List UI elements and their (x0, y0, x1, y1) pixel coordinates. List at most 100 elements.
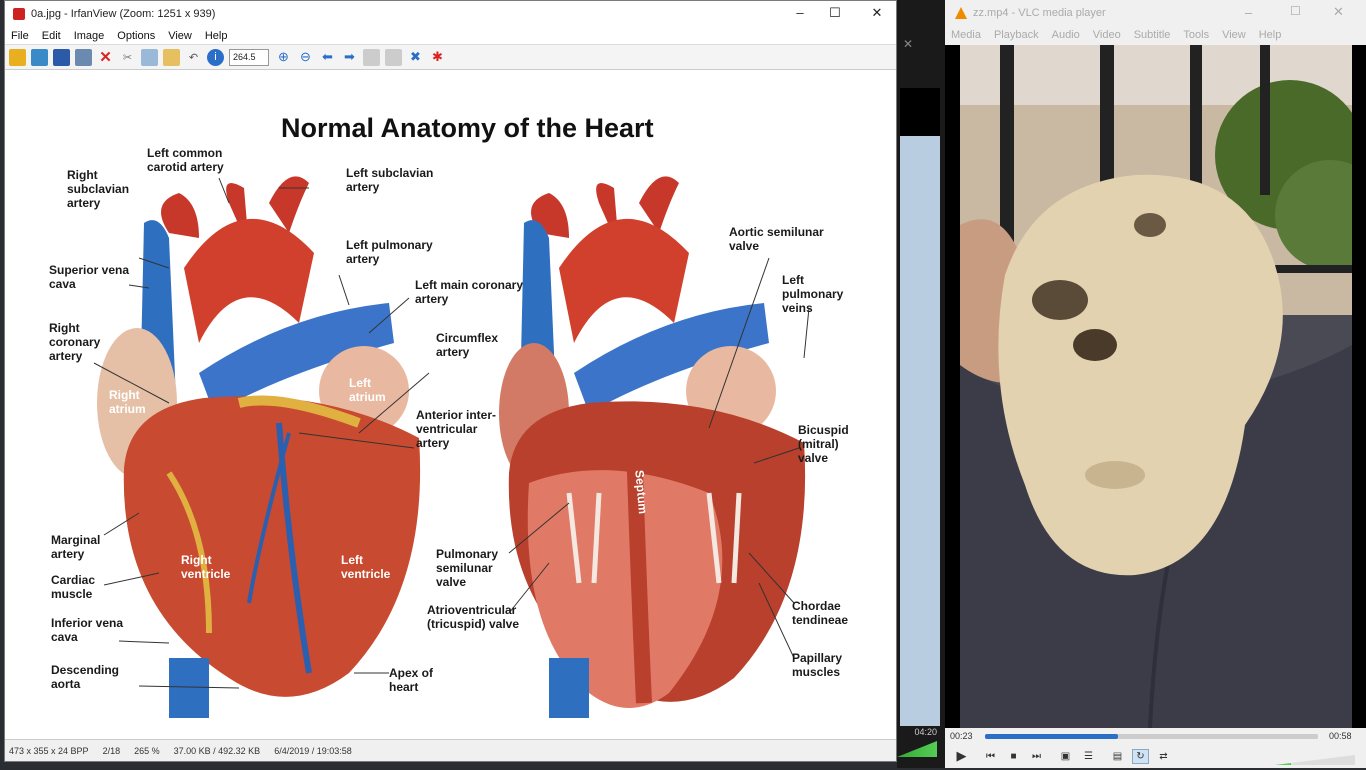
irfanview-title: 0a.jpg - IrfanView (Zoom: 1251 x 939) (31, 8, 216, 20)
paste-icon[interactable] (163, 48, 180, 66)
maximize-button[interactable]: ☐ (820, 5, 850, 21)
cut-icon[interactable]: ✂ (119, 49, 136, 66)
label-chordae: Chordae tendineae (792, 599, 849, 627)
label-left-pulmonary-veins: Left pulmonary veins (782, 273, 844, 315)
vlc-menu-help[interactable]: Help (1253, 29, 1289, 41)
video-border-right (1352, 45, 1366, 728)
label-left-subclavian: Left subclavian artery (346, 166, 434, 194)
status-index: 2/18 (102, 745, 121, 756)
zoom-out-icon[interactable]: ⊖ (297, 49, 314, 66)
background-panel-blue (900, 136, 940, 726)
copy-icon[interactable] (141, 48, 158, 66)
previous-icon[interactable]: ⬅ (319, 49, 336, 66)
label-cardiac-muscle: Cardiac muscle (51, 573, 96, 601)
next-icon[interactable]: ⏭ (1028, 749, 1045, 764)
irfanview-menubar: File Edit Image Options View Help (5, 27, 896, 44)
label-left-main-coronary: Left main coronary artery (415, 278, 524, 306)
save-icon[interactable] (53, 48, 70, 66)
label-left-atrium: Left atrium (349, 376, 386, 404)
vlc-menu-audio[interactable]: Audio (1046, 29, 1087, 41)
undo-icon[interactable]: ↶ (185, 49, 202, 66)
playlist-icon[interactable]: ▤ (1109, 749, 1126, 764)
menu-file[interactable]: File (5, 30, 36, 42)
label-right-coronary: Right coronary artery (49, 321, 101, 363)
video-frame[interactable] (960, 45, 1352, 728)
menu-options[interactable]: Options (111, 30, 162, 42)
vlc-window: zz.mp4 - VLC media player – ☐ ✕ Media Pl… (945, 0, 1366, 768)
status-filesize: 37.00 KB / 492.32 KB (173, 745, 261, 756)
label-aortic-valve: Aortic semilunar valve (729, 225, 824, 253)
loop-icon[interactable]: ↻ (1132, 748, 1149, 764)
label-right-ventricle: Right ventricle (181, 553, 231, 581)
irfanview-logo-icon[interactable]: ✱ (429, 49, 446, 66)
seek-track[interactable] (985, 734, 1318, 739)
video-scene (960, 45, 1352, 728)
vlc-controls: ▶ ⏮ ■ ⏭ ▣ ☰ ▤ ↻ ⇄ (945, 744, 1366, 768)
status-zoom: 265 % (134, 745, 160, 756)
info-icon[interactable]: i (207, 48, 224, 66)
label-pulmonary-semilunar: Pulmonary semilunar valve (436, 547, 499, 589)
vlc-menu-media[interactable]: Media (945, 29, 988, 41)
vlc-menu-video[interactable]: Video (1087, 29, 1128, 41)
vlc-seekbar-row: 00:23 00:58 (945, 728, 1366, 744)
stop-icon[interactable]: ■ (1005, 749, 1022, 764)
label-bicuspid: Bicuspid (mitral) valve (798, 423, 849, 465)
irfanview-toolbar: ✕ ✂ ↶ i 264.5 ⊕ ⊖ ⬅ ➡ ✖ ✱ (5, 44, 896, 70)
shuffle-icon[interactable]: ⇄ (1155, 749, 1172, 764)
minimize-button[interactable]: – (785, 5, 815, 20)
vlc-menubar: Media Playback Audio Video Subtitle Tool… (945, 26, 1366, 44)
label-right-atrium: Right atrium (109, 388, 146, 416)
extended-settings-icon[interactable]: ☰ (1080, 749, 1097, 764)
thumbnails-icon[interactable] (363, 48, 380, 66)
audio-meter (897, 741, 937, 757)
vlc-maximize-button[interactable]: ☐ (1290, 4, 1301, 18)
label-circumflex: Circumflex artery (436, 331, 499, 359)
fullscreen-icon[interactable]: ▣ (1057, 749, 1074, 764)
elapsed-time: 00:23 (950, 731, 973, 741)
seek-progress (985, 734, 1119, 739)
label-papillary: Papillary muscles (792, 651, 843, 679)
label-apex: Apex of heart (389, 666, 434, 694)
image-canvas[interactable]: Normal Anatomy of the Heart Right subcla… (9, 73, 896, 739)
close-icon[interactable]: ✕ (903, 37, 913, 51)
video-border-left (945, 45, 960, 728)
zoom-in-icon[interactable]: ⊕ (275, 49, 292, 66)
vlc-close-button[interactable]: ✕ (1333, 4, 1344, 20)
irfanview-titlebar[interactable]: 0a.jpg - IrfanView (Zoom: 1251 x 939) – … (5, 1, 896, 27)
heart-section (499, 176, 806, 718)
close-button[interactable]: ✕ (862, 5, 892, 21)
menu-view[interactable]: View (162, 30, 199, 42)
vlc-menu-tools[interactable]: Tools (1177, 29, 1216, 41)
next-icon[interactable]: ➡ (341, 49, 358, 66)
status-datetime: 6/4/2019 / 19:03:58 (274, 745, 352, 756)
settings-icon[interactable]: ✖ (407, 49, 424, 66)
label-anterior-interventricular: Anterior inter-ventricular artery (416, 408, 497, 450)
zoom-select[interactable]: 264.5 (229, 48, 269, 66)
menu-help[interactable]: Help (199, 30, 235, 42)
menu-edit[interactable]: Edit (36, 30, 68, 42)
background-window: ✕ 04:20 (897, 0, 945, 768)
irfanview-app-icon (13, 8, 25, 20)
label-left-common-carotid: Left common carotid artery (147, 146, 224, 174)
volume-slider[interactable] (1275, 752, 1355, 765)
vlc-menu-subtitle[interactable]: Subtitle (1128, 29, 1178, 41)
slideshow-icon[interactable] (31, 48, 48, 66)
status-dimensions: 473 x 355 x 24 BPP (9, 745, 89, 756)
label-atrioventricular: Atrioventricular (tricuspid) valve (427, 603, 520, 631)
previous-icon[interactable]: ⏮ (982, 749, 999, 764)
print-icon[interactable] (75, 48, 92, 66)
vlc-menu-view[interactable]: View (1216, 29, 1253, 41)
page-icon[interactable] (385, 48, 402, 66)
background-panel-dark (900, 88, 940, 136)
delete-icon[interactable]: ✕ (97, 49, 114, 66)
vlc-cone-icon (955, 7, 967, 19)
menu-image[interactable]: Image (68, 30, 112, 42)
play-icon[interactable]: ▶ (953, 748, 970, 764)
open-folder-icon[interactable] (9, 48, 26, 66)
label-left-ventricle: Left ventricle (341, 553, 391, 581)
vlc-titlebar[interactable]: zz.mp4 - VLC media player – ☐ ✕ (945, 0, 1366, 26)
vlc-menu-playback[interactable]: Playback (988, 29, 1046, 41)
irfanview-statusbar: 473 x 355 x 24 BPP 2/18 265 % 37.00 KB /… (5, 739, 896, 761)
label-descending-aorta: Descending aorta (51, 663, 120, 691)
vlc-minimize-button[interactable]: – (1245, 5, 1252, 20)
